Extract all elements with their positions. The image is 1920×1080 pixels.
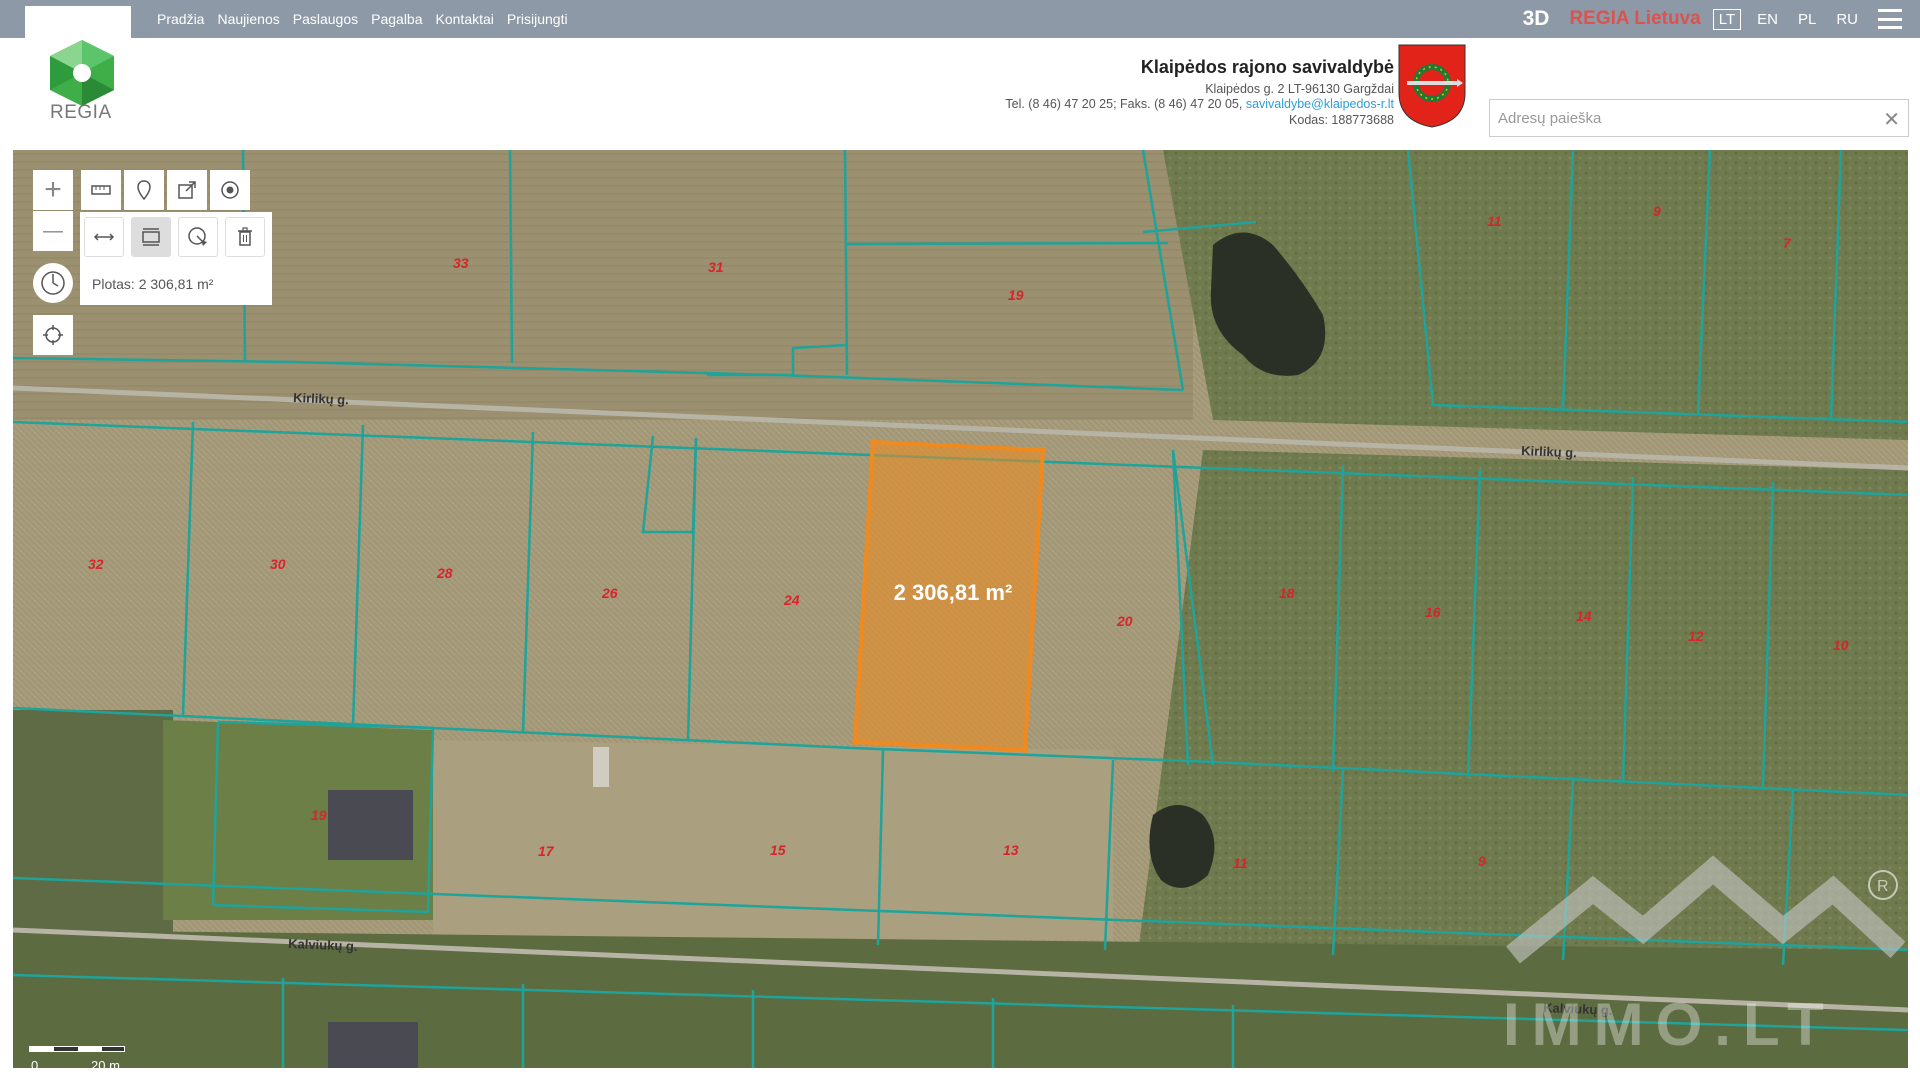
municipality-email[interactable]: savivaldybe@klaipedos-r.lt: [1246, 97, 1394, 111]
parcel-label: 7: [1783, 235, 1792, 251]
location-tool-button[interactable]: [210, 170, 250, 210]
regia-logo-icon: [50, 40, 114, 106]
area-icon: [142, 228, 160, 246]
measure-area-button[interactable]: [131, 217, 171, 257]
nav-kontaktai[interactable]: Kontaktai: [436, 11, 494, 27]
ruler-icon: [91, 185, 111, 195]
3d-button[interactable]: 3D: [1523, 7, 1550, 31]
field-south: [433, 740, 1113, 940]
header: REGIA Klaipėdos rajono savivaldybė Klaip…: [0, 38, 1920, 150]
parcel-label: 14: [1576, 608, 1592, 624]
map-viewport[interactable]: 2 306,81 m² 33 31 19 11 9 7 32 30 28 26 …: [13, 150, 1908, 1068]
parcel-label: 11: [1233, 855, 1248, 871]
geolocate-button[interactable]: [33, 315, 73, 355]
parcel-label: 26: [601, 585, 618, 601]
trash-icon: [238, 227, 252, 246]
zoom-in-button[interactable]: +: [33, 170, 73, 210]
parcel-label: 9: [1653, 203, 1661, 219]
crosshair-icon: [43, 325, 63, 345]
parcel-label: 10: [1833, 637, 1849, 653]
compass-icon: [41, 271, 65, 295]
rotation-button[interactable]: [33, 263, 73, 303]
street-label: Kalviukų g.: [288, 936, 358, 954]
parcel-label: 17: [538, 843, 555, 859]
parcel-label: 28: [436, 565, 453, 581]
share-icon: [178, 181, 196, 199]
lang-en[interactable]: EN: [1757, 11, 1778, 28]
municipality-address: Klaipėdos g. 2 LT-96130 Gargždai: [1205, 81, 1394, 96]
share-tool-button[interactable]: [167, 170, 207, 210]
nav-pagalba[interactable]: Pagalba: [371, 11, 422, 27]
regia-lietuva-link[interactable]: REGIA Lietuva: [1569, 8, 1700, 30]
measure-clear-button[interactable]: [225, 217, 265, 257]
house-roof-south: [328, 1022, 418, 1068]
street-label: Kirlikų g.: [1521, 443, 1577, 460]
measure-panel: Plotas: 2 306,81 m²: [80, 212, 272, 305]
municipality-info: Klaipėdos rajono savivaldybė Klaipėdos g…: [1005, 57, 1394, 128]
marker-tool-button[interactable]: [124, 170, 164, 210]
target-icon: [221, 181, 239, 199]
main-nav: Pradžia Naujienos Paslaugos Pagalba Kont…: [157, 0, 581, 38]
close-icon[interactable]: ✕: [1883, 107, 1900, 132]
address-search-input[interactable]: [1490, 100, 1860, 136]
nav-paslaugos[interactable]: Paslaugos: [293, 11, 358, 27]
measure-result: Plotas: 2 306,81 m²: [92, 276, 214, 292]
parcel-label: 16: [1425, 604, 1441, 620]
parcel-label: 12: [1688, 628, 1704, 644]
parcel-label: 31: [708, 259, 724, 275]
measure-tool-button[interactable]: [81, 170, 121, 210]
pond-south: [1149, 805, 1215, 888]
logo-text: REGIA: [50, 102, 112, 123]
scale-label-zero: 0: [31, 1058, 39, 1068]
radius-icon: [188, 227, 207, 246]
scale-label-distance: 20 m: [91, 1058, 120, 1068]
nav-pradzia[interactable]: Pradžia: [157, 11, 204, 27]
measure-distance-button[interactable]: [84, 217, 124, 257]
logo-tab: [25, 6, 131, 38]
parcel-label: 15: [770, 842, 786, 858]
map-pin-icon: [137, 180, 151, 200]
right-nav: 3D REGIA Lietuva LT EN PL RU: [1523, 0, 1920, 38]
parcel-label: 11: [1487, 213, 1502, 229]
municipality-name: Klaipėdos rajono savivaldybė: [1140, 57, 1394, 77]
parcel-label: 19: [1008, 287, 1024, 303]
hamburger-menu-icon[interactable]: [1878, 9, 1902, 29]
parcel-label: 19: [311, 807, 327, 823]
lang-pl[interactable]: PL: [1798, 11, 1816, 28]
measure-radius-button[interactable]: [178, 217, 218, 257]
parcel-label: 24: [783, 592, 800, 608]
parcel-label: 9: [1478, 853, 1486, 869]
parcel-label: 20: [1116, 613, 1133, 629]
lang-ru[interactable]: RU: [1836, 11, 1858, 28]
municipality-phone: Tel. (8 46) 47 20 25; Faks. (8 46) 47 20…: [1005, 97, 1243, 111]
municipality-code: Kodas: 188773688: [1289, 112, 1394, 127]
address-search: ✕: [1489, 99, 1909, 137]
svg-text:R: R: [1877, 878, 1889, 895]
nav-prisijungti[interactable]: Prisijungti: [507, 11, 568, 27]
parcel-label: 33: [453, 255, 469, 271]
map-canvas[interactable]: 2 306,81 m² 33 31 19 11 9 7 32 30 28 26 …: [13, 150, 1908, 1068]
lang-lt[interactable]: LT: [1712, 8, 1742, 30]
nav-naujienos[interactable]: Naujienos: [217, 11, 279, 27]
scale-bar-graphic: [29, 1046, 125, 1052]
parcel-label: 30: [270, 556, 286, 572]
scale-bar: 0 20 m: [29, 1046, 125, 1068]
shed: [593, 747, 609, 787]
street-label: Kirlikų g.: [293, 390, 349, 407]
house-roof: [328, 790, 413, 860]
parcel-label: 18: [1279, 585, 1295, 601]
parcel-label: 13: [1003, 842, 1019, 858]
zoom-out-button[interactable]: —: [33, 211, 73, 251]
parcel-label: 32: [88, 556, 104, 572]
distance-icon: [93, 233, 115, 241]
selected-area-label: 2 306,81 m²: [894, 580, 1013, 605]
coat-of-arms-icon: [1398, 44, 1466, 128]
watermark-text: IMMO.LT: [1503, 991, 1836, 1058]
top-bar: Pradžia Naujienos Paslaugos Pagalba Kont…: [0, 0, 1920, 38]
